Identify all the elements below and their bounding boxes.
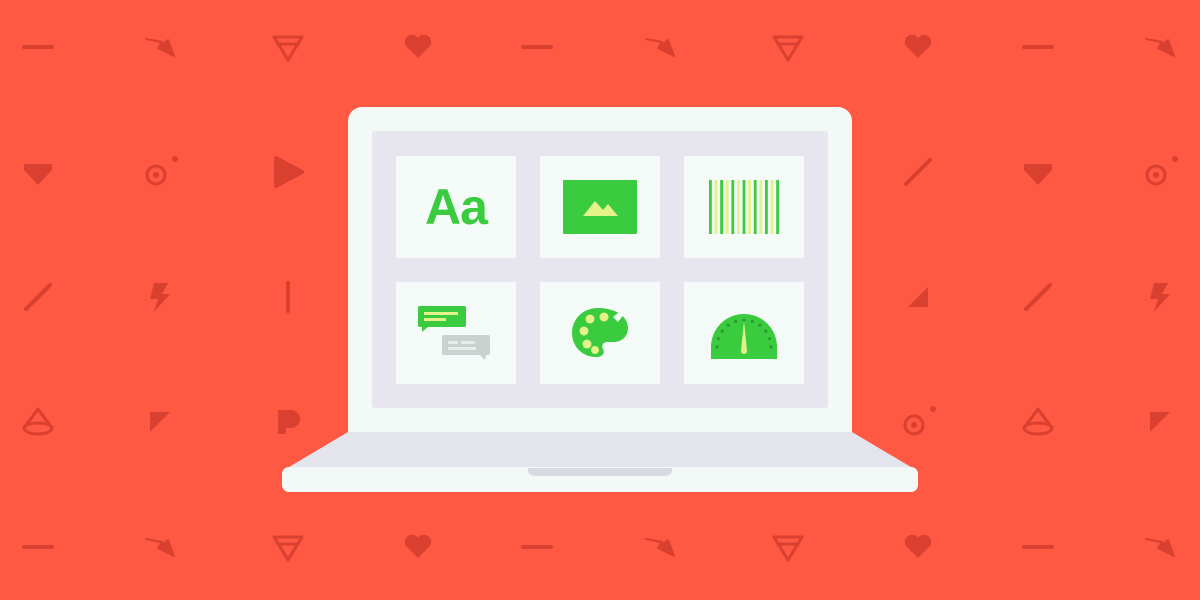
trackpad-notch xyxy=(528,468,672,476)
laptop: Aa xyxy=(0,0,1200,600)
laptop-base xyxy=(282,432,918,492)
hero-illustration: Aa xyxy=(0,0,1200,600)
